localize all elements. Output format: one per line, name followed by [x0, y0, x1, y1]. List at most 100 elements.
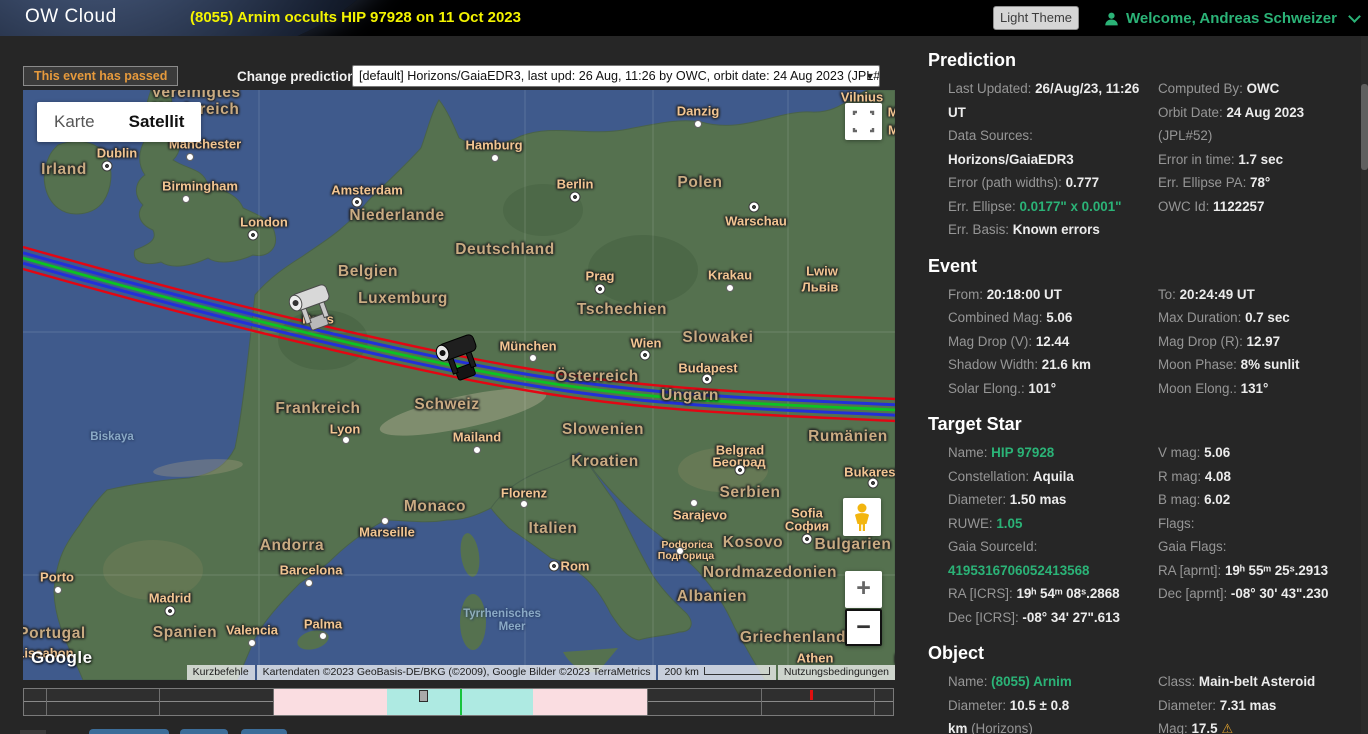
map-label-rom: Rom [561, 559, 590, 574]
field-value: OWC [1247, 81, 1280, 96]
map-type-satellit-button[interactable]: Satellit [112, 102, 202, 142]
section-title-prediction: Prediction [928, 50, 1360, 71]
field-value: 7.31 mas [1220, 698, 1277, 713]
map-city-dot [726, 284, 734, 292]
field-label: Class: [1158, 674, 1199, 689]
map-capital-dot [102, 161, 113, 172]
map-label-nordmazedonien: Nordmazedonien [703, 564, 837, 582]
section-column: To: 20:24:49 UTMax Duration: 0.7 secMag … [1158, 283, 1360, 401]
map-label-мінск: Мінск [888, 123, 895, 138]
map-city-dot [473, 446, 481, 454]
map-capital-dot [749, 202, 760, 213]
timeline-divider [761, 689, 762, 715]
section-column: From: 20:18:00 UTCombined Mag: 5.06Mag D… [948, 283, 1152, 401]
timeline-slider-handle[interactable] [419, 690, 428, 702]
section-columns: Last Updated: 26/Aug/23, 11:26 UTData So… [948, 77, 1360, 242]
field-row: Error in time: 1.7 sec [1158, 148, 1360, 172]
field-row: Constellation: Aquila [948, 465, 1152, 489]
field-row: RA [aprnt]: 19ʰ 55ᵐ 25ˢ.2913 [1158, 559, 1360, 583]
prediction-select[interactable]: [default] Horizons/GaiaEDR3, last upd: 2… [352, 65, 880, 87]
panel-scrollbar-thumb[interactable] [1361, 84, 1368, 170]
field-row: Error (path widths): 0.777 [948, 171, 1152, 195]
map-capital-dot [248, 230, 259, 241]
observer-station-icon[interactable] [285, 279, 341, 341]
map-label-minsk: Minsk [888, 105, 895, 120]
partial-button[interactable] [180, 729, 228, 734]
map-capital-dot [595, 284, 606, 295]
map-label-griechenland: Griechenland [740, 629, 846, 647]
field-label: Err. Ellipse PA: [1158, 175, 1250, 190]
map-label-marseille: Marseille [359, 525, 415, 540]
field-value: -08° 34' 27".613 [1022, 610, 1120, 625]
field-value: 1.50 mas [1010, 492, 1067, 507]
map-city-dot [54, 586, 62, 594]
user-menu[interactable]: Welcome, Andreas Schweizer [1104, 6, 1359, 30]
field-value: 131° [1241, 381, 1269, 396]
map-label-luxemburg: Luxemburg [358, 290, 448, 308]
fullscreen-button[interactable] [845, 103, 882, 140]
field-row: Solar Elong.: 101° [948, 377, 1152, 401]
map-canvas[interactable]: VereinigtesKönigreichIrlandNiederlandeBe… [23, 90, 895, 680]
section-column: Name: (8055) ArnimDiameter: 10.5 ± 0.8km… [948, 670, 1152, 734]
section-title-event: Event [928, 256, 1360, 277]
zoom-in-button[interactable]: + [845, 571, 882, 608]
street-view-pegman-button[interactable] [843, 498, 881, 536]
terms-of-use-link[interactable]: Nutzungsbedingungen [778, 665, 895, 680]
field-value: 5.06 [1204, 445, 1230, 460]
map-label-bulgarien: Bulgarien [815, 536, 892, 554]
welcome-text: Welcome, Andreas Schweizer [1126, 10, 1337, 27]
map-label-krakau: Krakau [708, 268, 752, 283]
field-row: Err. Ellipse: 0.0177" x 0.001" [948, 195, 1152, 219]
map-label-irland: Irland [41, 161, 87, 179]
map-scale-bar [704, 667, 770, 675]
partial-button[interactable] [241, 729, 287, 734]
partial-button[interactable] [89, 729, 169, 734]
field-value-link[interactable]: HIP 97928 [991, 445, 1054, 460]
field-label: Diameter: [1158, 698, 1220, 713]
map-data-attribution: Kartendaten ©2023 GeoBasis-DE/BKG (©2009… [257, 665, 657, 680]
field-value: Aquila [1033, 469, 1074, 484]
change-prediction-label: Change prediction: [237, 69, 360, 84]
field-row: Err. Ellipse PA: 78° [1158, 171, 1360, 195]
field-label: V mag: [1158, 445, 1204, 460]
keyboard-shortcuts-link[interactable]: Kurzbefehle [187, 665, 255, 680]
field-value: 1.05 [996, 516, 1022, 531]
zoom-out-button[interactable]: − [845, 609, 882, 646]
map-label-palma: Palma [304, 617, 342, 632]
field-value: 24 Aug 2023 [1226, 105, 1304, 120]
map-label-slowenien: Slowenien [562, 421, 644, 439]
field-value: 20:18:00 UT [987, 287, 1062, 302]
field-row: OWC Id: 1122257 [1158, 195, 1360, 219]
map-label-berlin: Berlin [557, 177, 594, 192]
observer-station-icon[interactable] [432, 329, 488, 391]
field-label: Diameter: [948, 698, 1010, 713]
details-panel: Prediction Last Updated: 26/Aug/23, 11:26… [910, 36, 1360, 734]
field-label: RA [aprnt]: [1158, 563, 1225, 578]
field-label: Name: [948, 445, 991, 460]
field-row: Dec [ICRS]: -08° 34' 27".613 [948, 606, 1152, 630]
map-type-karte-button[interactable]: Karte [37, 102, 112, 142]
field-row: Diameter: 7.31 mas [1158, 694, 1360, 718]
map-capital-dot [570, 192, 581, 203]
section-column: Last Updated: 26/Aug/23, 11:26 UTData So… [948, 77, 1152, 242]
field-label: Dec [aprnt]: [1158, 586, 1231, 601]
field-label: Error in time: [1158, 152, 1238, 167]
field-label: Data Sources: [948, 128, 1033, 143]
field-value-link[interactable]: 4195316706052413568 [948, 563, 1090, 578]
timeline-event-center-line [460, 689, 462, 715]
map-city-dot [305, 579, 313, 587]
field-row: Name: (8055) Arnim [948, 670, 1152, 694]
event-timeline-bar[interactable] [23, 688, 894, 716]
field-value-link[interactable]: (8055) Arnim [991, 674, 1072, 689]
section-columns: Name: HIP 97928Constellation: AquilaDiam… [948, 441, 1360, 629]
field-row: V mag: 5.06 [1158, 441, 1360, 465]
app-logo: OW Cloud [25, 6, 117, 28]
field-value: -08° 30' 43".230 [1231, 586, 1329, 601]
map-city-dot [186, 153, 194, 161]
light-theme-button[interactable]: Light Theme [993, 6, 1079, 30]
field-label: From: [948, 287, 987, 302]
field-row: Name: HIP 97928 [948, 441, 1152, 465]
map-label-belgien: Belgien [338, 263, 398, 281]
field-label: Flags: [1158, 516, 1194, 531]
map-label-kroatien: Kroatien [571, 453, 639, 471]
